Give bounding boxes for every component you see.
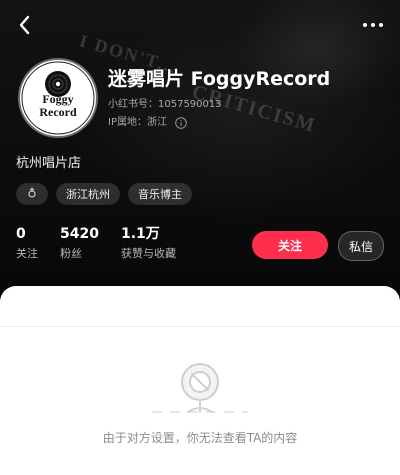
more-button[interactable] (358, 10, 388, 40)
profile-stats: 0 关注 5420 粉丝 1.1万 获赞与收藏 (16, 226, 176, 260)
follow-button[interactable]: 关注 (252, 231, 328, 259)
no-content-icon (140, 356, 260, 426)
likes-collections-count: 1.1万 (120, 226, 160, 242)
followers-label: 粉丝 (60, 247, 82, 260)
avatar[interactable]: Foggy Record (18, 58, 98, 138)
chevron-left-icon (17, 14, 33, 36)
likes-collections-label: 获赞与收藏 (120, 247, 176, 260)
following-count: 0 (16, 226, 26, 242)
more-dots-icon (362, 22, 384, 28)
followers-count: 5420 (60, 226, 99, 242)
likes-collections-stat[interactable]: 1.1万 获赞与收藏 (121, 226, 176, 260)
gender-tag[interactable] (16, 183, 48, 205)
avatar-logo: Foggy Record (21, 61, 95, 135)
back-button[interactable] (10, 10, 40, 40)
following-label: 关注 (16, 247, 38, 260)
location-tag[interactable]: 浙江杭州 (56, 183, 120, 205)
following-stat[interactable]: 0 关注 (16, 226, 38, 260)
followers-stat[interactable]: 5420 粉丝 (60, 226, 99, 260)
profile-ip-text: IP属地：浙江 (108, 117, 167, 128)
profile-id: 小红书号：1057590013 (108, 99, 222, 110)
gender-icon (26, 186, 38, 202)
profile-actions: 关注 私信 (252, 231, 384, 261)
info-circle-icon[interactable] (175, 117, 187, 129)
profile-header: I DON'T... CRITICISM Foggy Record 迷雾唱片 F… (0, 0, 400, 300)
profile-name: 迷雾唱片 FoggyRecord (108, 68, 331, 90)
profile-tags: 浙江杭州 音乐博主 (16, 183, 192, 205)
avatar-text-foggy: Foggy (42, 92, 73, 106)
sheet-divider (0, 326, 400, 327)
profile-screen: I DON'T... CRITICISM Foggy Record 迷雾唱片 F… (0, 0, 400, 475)
profile-description: 杭州唱片店 (16, 156, 82, 171)
message-button[interactable]: 私信 (338, 231, 384, 261)
empty-state (0, 356, 400, 426)
avatar-text-record: Record (39, 105, 77, 119)
role-tag[interactable]: 音乐博主 (128, 183, 192, 205)
profile-ip: IP属地：浙江 (108, 116, 187, 130)
empty-message: 由于对方设置，你无法查看TA的内容 (102, 431, 298, 445)
